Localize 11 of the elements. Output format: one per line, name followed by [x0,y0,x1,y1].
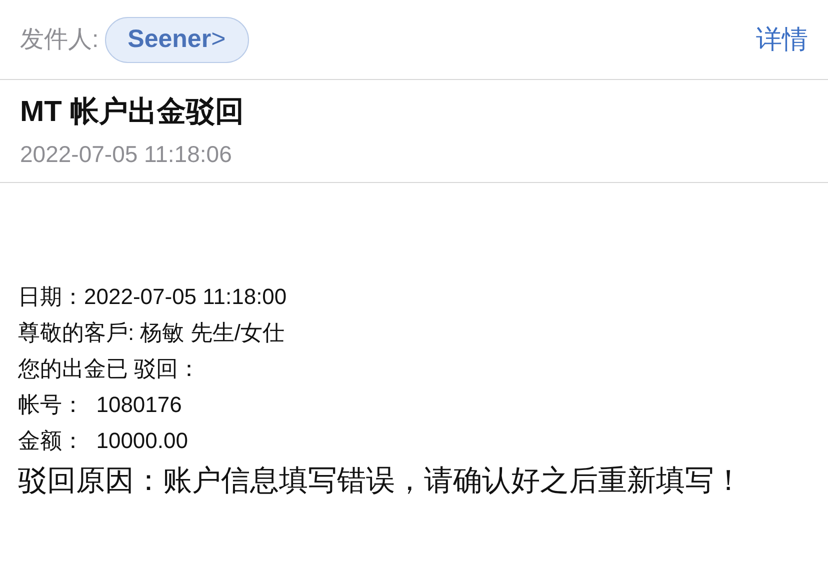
body-paragraph: 驳回原因：账户信息填写错误，请确认好之后重新填写！ [18,464,744,499]
sender-chip[interactable]: Seener> [104,16,249,62]
sender-label: 发件人: [20,24,99,54]
email-subject: MT 帐户出金驳回 [20,94,245,130]
body-line: 日期：2022-07-05 11:18:00 [18,283,288,311]
body-line: 帐号： 1080176 [18,391,183,419]
body-line: 您的出金已 驳回： [18,355,202,383]
body-line: 尊敬的客戶: 杨敏 先生/女仕 [18,319,286,347]
email-date: 2022-07-05 11:18:06 [20,140,233,169]
details-link[interactable]: 详情 [756,20,808,59]
body-line: 金额： 10000.00 [18,427,189,455]
